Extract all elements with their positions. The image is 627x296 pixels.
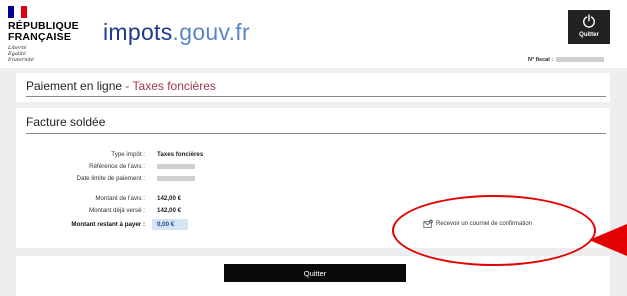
row-value-paid-amount: 142,00 € bbox=[157, 207, 182, 214]
quit-button[interactable]: Quitter bbox=[224, 264, 406, 282]
french-flag-logo bbox=[8, 6, 27, 18]
fiscal-number-redacted bbox=[556, 57, 605, 63]
row-label-remaining: Montant restant à payer : bbox=[71, 221, 145, 228]
quit-top-label: Quitter bbox=[579, 32, 599, 38]
quit-top-button[interactable]: Quitter bbox=[568, 10, 610, 44]
page-title: Paiement en ligne - Taxes foncières bbox=[26, 79, 216, 93]
row-value-tax-type: Taxes foncières bbox=[157, 151, 204, 158]
site-header: RÉPUBLIQUE FRANÇAISE Liberté Égalité Fra… bbox=[0, 0, 627, 70]
title-main: Paiement en ligne bbox=[26, 79, 123, 93]
row-label-paid-amount: Montant déjà versé : bbox=[88, 207, 145, 214]
red-highlight-ellipse bbox=[392, 195, 596, 266]
reference-redacted bbox=[157, 163, 195, 169]
row-value-reference bbox=[157, 163, 195, 170]
invoice-divider bbox=[26, 133, 606, 134]
fiscal-number: N° fiscal : bbox=[528, 57, 605, 63]
republique-francaise-logo: RÉPUBLIQUE FRANÇAISE bbox=[8, 21, 79, 43]
power-icon bbox=[583, 14, 595, 28]
title-divider bbox=[26, 96, 606, 97]
row-label-due-date: Date limite de paiement : bbox=[76, 175, 145, 182]
motto-line: Fraternité bbox=[8, 57, 34, 63]
row-label-tax-type: Type impôt : bbox=[111, 151, 145, 158]
impots-gouv-logo[interactable]: impots.gouv.fr bbox=[103, 19, 250, 46]
fiscal-label: N° fiscal : bbox=[528, 57, 554, 63]
gov-name-line2: FRANÇAISE bbox=[8, 31, 72, 43]
brand-domain: .gouv.fr bbox=[172, 19, 250, 45]
payment-header-card: Paiement en ligne - Taxes foncières bbox=[16, 73, 610, 102]
due-date-redacted bbox=[157, 175, 195, 181]
red-arrow-icon bbox=[589, 224, 627, 256]
gov-motto: Liberté Égalité Fraternité bbox=[8, 45, 34, 63]
title-separator: - bbox=[122, 79, 133, 93]
brand-main: impots bbox=[103, 19, 173, 45]
invoice-title: Facture soldée bbox=[26, 115, 106, 129]
row-label-notice-amount: Montant de l'avis : bbox=[95, 195, 145, 202]
row-value-due-date bbox=[157, 175, 195, 182]
title-accent: Taxes foncières bbox=[132, 79, 216, 93]
row-value-remaining: 0,00 € bbox=[157, 221, 175, 228]
row-value-notice-amount: 142,00 € bbox=[157, 195, 182, 202]
row-label-reference: Référence de l'avis : bbox=[89, 163, 145, 170]
